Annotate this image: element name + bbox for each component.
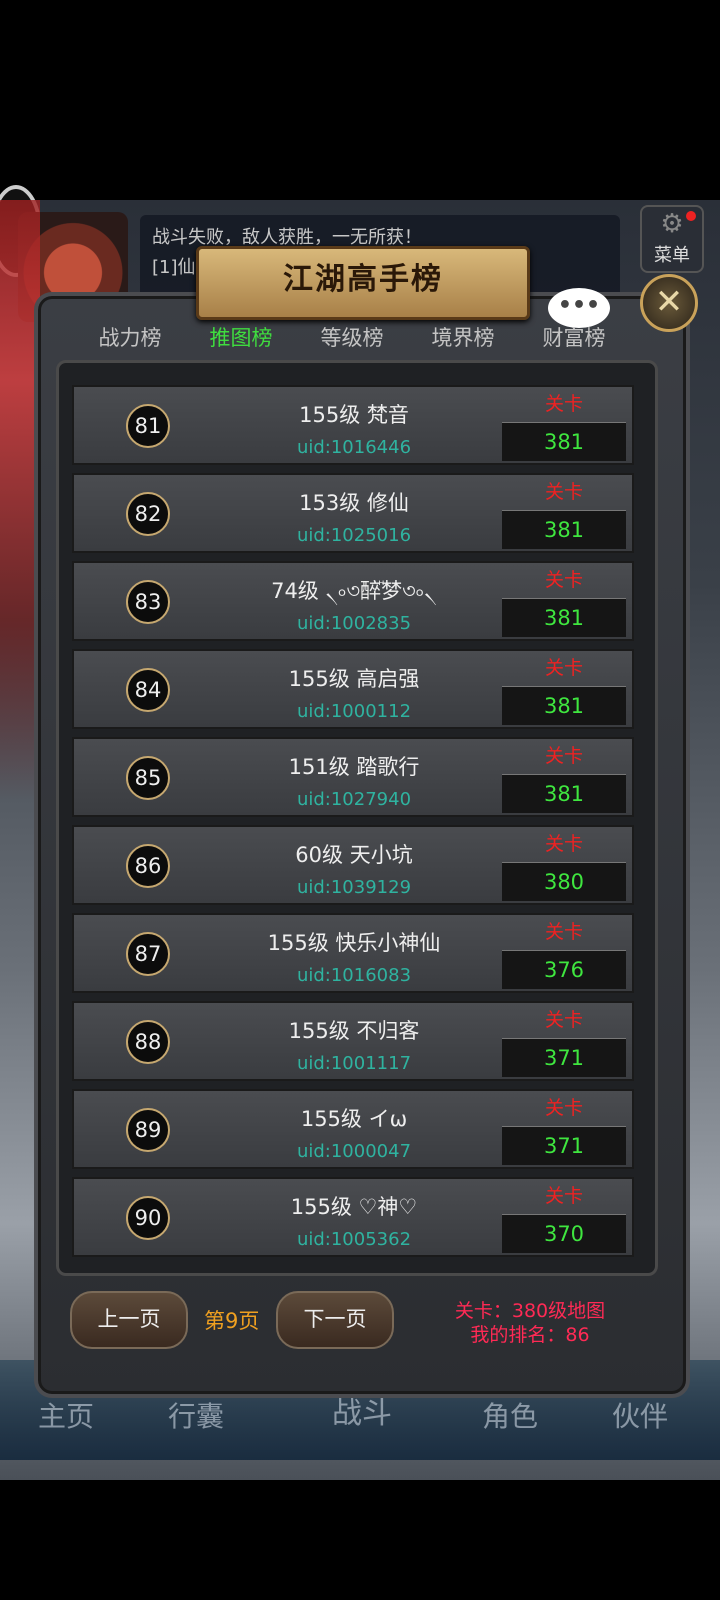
nav-bag[interactable]: 行囊 <box>168 1395 224 1435</box>
rank-badge: 81 <box>126 404 170 448</box>
tab-realm[interactable]: 境界榜 <box>413 322 513 352</box>
stage-value: 381 <box>502 774 626 813</box>
page-number: 第9页 <box>204 1309 260 1333</box>
rank-badge: 87 <box>126 932 170 976</box>
rank-badge: 88 <box>126 1020 170 1064</box>
stage-value: 371 <box>502 1126 626 1165</box>
tab-combat-power[interactable]: 战力榜 <box>80 322 180 352</box>
stage-value: 381 <box>502 510 626 549</box>
player-name: 155级 高启强 <box>288 667 420 691</box>
player-uid: uid:1016446 <box>296 437 412 458</box>
prev-page-button[interactable]: 上一页 <box>70 1291 188 1349</box>
stage-label: 关卡 <box>544 481 583 503</box>
notification-dot <box>686 211 696 221</box>
stage-value: 370 <box>502 1214 626 1253</box>
stage-label: 关卡 <box>544 1009 583 1031</box>
rank-badge: 89 <box>126 1108 170 1152</box>
player-uid: uid:1005362 <box>296 1229 412 1250</box>
nav-character[interactable]: 角色 <box>482 1395 538 1435</box>
rank-badge: 82 <box>126 492 170 536</box>
ranking-row[interactable]: 82 153级 修仙 uid:1025016 关卡 381 <box>72 473 634 553</box>
rank-badge: 83 <box>126 580 170 624</box>
player-uid: uid:1000112 <box>296 701 412 722</box>
stage-label: 关卡 <box>544 1097 583 1119</box>
stage-value: 381 <box>502 422 626 461</box>
close-button[interactable]: ✕ <box>640 274 698 332</box>
rank-badge: 90 <box>126 1196 170 1240</box>
stage-value: 381 <box>502 598 626 637</box>
ranking-row[interactable]: 90 155级 ♡神♡ uid:1005362 关卡 370 <box>72 1177 634 1257</box>
tab-wealth[interactable]: 财富榜 <box>524 322 624 352</box>
ranking-row[interactable]: 88 155级 不归客 uid:1001117 关卡 371 <box>72 1001 634 1081</box>
stage-label: 关卡 <box>544 393 583 415</box>
stage-value: 371 <box>502 1038 626 1077</box>
panel-title-plaque: 江湖高手榜 <box>196 246 530 320</box>
nav-partner[interactable]: 伙伴 <box>612 1395 668 1435</box>
my-stage-info: 关卡：380级地图 <box>454 1300 606 1322</box>
stage-label: 关卡 <box>544 833 583 855</box>
ranking-row[interactable]: 89 155级 イω uid:1000047 关卡 371 <box>72 1089 634 1169</box>
tab-progress[interactable]: 推图榜 <box>191 322 291 352</box>
player-name: 155级 快乐小神仙 <box>267 931 441 955</box>
stage-label: 关卡 <box>544 657 583 679</box>
rank-badge: 84 <box>126 668 170 712</box>
player-name: 155级 イω <box>300 1107 408 1131</box>
player-uid: uid:1000047 <box>296 1141 412 1162</box>
rank-badge: 85 <box>126 756 170 800</box>
ranking-tabs: 战力榜 推图榜 等级榜 境界榜 财富榜 <box>80 322 640 358</box>
player-name: 155级 ♡神♡ <box>290 1195 418 1219</box>
player-uid: uid:1016083 <box>296 965 412 986</box>
player-name: 153级 修仙 <box>299 491 409 515</box>
rank-badge: 86 <box>126 844 170 888</box>
stage-label: 关卡 <box>544 745 583 767</box>
stage-value: 381 <box>502 686 626 725</box>
player-uid: uid:1039129 <box>296 877 412 898</box>
ranking-row[interactable]: 85 151级 踏歌行 uid:1027940 关卡 381 <box>72 737 634 817</box>
ranking-row[interactable]: 86 60级 天小坑 uid:1039129 关卡 380 <box>72 825 634 905</box>
ranking-row[interactable]: 81 155级 梵音 uid:1016446 关卡 381 <box>72 385 634 465</box>
stage-value: 376 <box>502 950 626 989</box>
stage-value: 380 <box>502 862 626 901</box>
player-uid: uid:1002835 <box>296 613 412 634</box>
tab-level[interactable]: 等级榜 <box>302 322 402 352</box>
player-uid: uid:1001117 <box>296 1053 412 1074</box>
player-name: 60级 天小坑 <box>295 843 413 867</box>
player-uid: uid:1027940 <box>296 789 412 810</box>
player-name: 74级 ৲৹৩醉ⷩ梦৩৹৲ <box>271 579 437 603</box>
nav-home[interactable]: 主页 <box>38 1395 94 1435</box>
stage-label: 关卡 <box>544 1185 583 1207</box>
player-name: 155级 梵音 <box>299 403 409 427</box>
panel-title: 江湖高手榜 <box>283 262 443 297</box>
menu-button[interactable]: ⚙ 菜单 <box>640 205 704 273</box>
stage-label: 关卡 <box>544 569 583 591</box>
player-name: 151级 踏歌行 <box>288 755 420 779</box>
my-rank-info: 我的排名：86 <box>470 1324 590 1346</box>
ranking-row[interactable]: 84 155级 高启强 uid:1000112 关卡 381 <box>72 649 634 729</box>
player-name: 155级 不归客 <box>288 1019 420 1043</box>
ranking-row[interactable]: 83 74级 ৲৹৩醉ⷩ梦৩৹৲ uid:1002835 关卡 381 <box>72 561 634 641</box>
player-uid: uid:1025016 <box>296 525 412 546</box>
stage-label: 关卡 <box>544 921 583 943</box>
ranking-row[interactable]: 87 155级 快乐小神仙 uid:1016083 关卡 376 <box>72 913 634 993</box>
menu-label: 菜单 <box>654 245 690 266</box>
next-page-button[interactable]: 下一页 <box>276 1291 394 1349</box>
